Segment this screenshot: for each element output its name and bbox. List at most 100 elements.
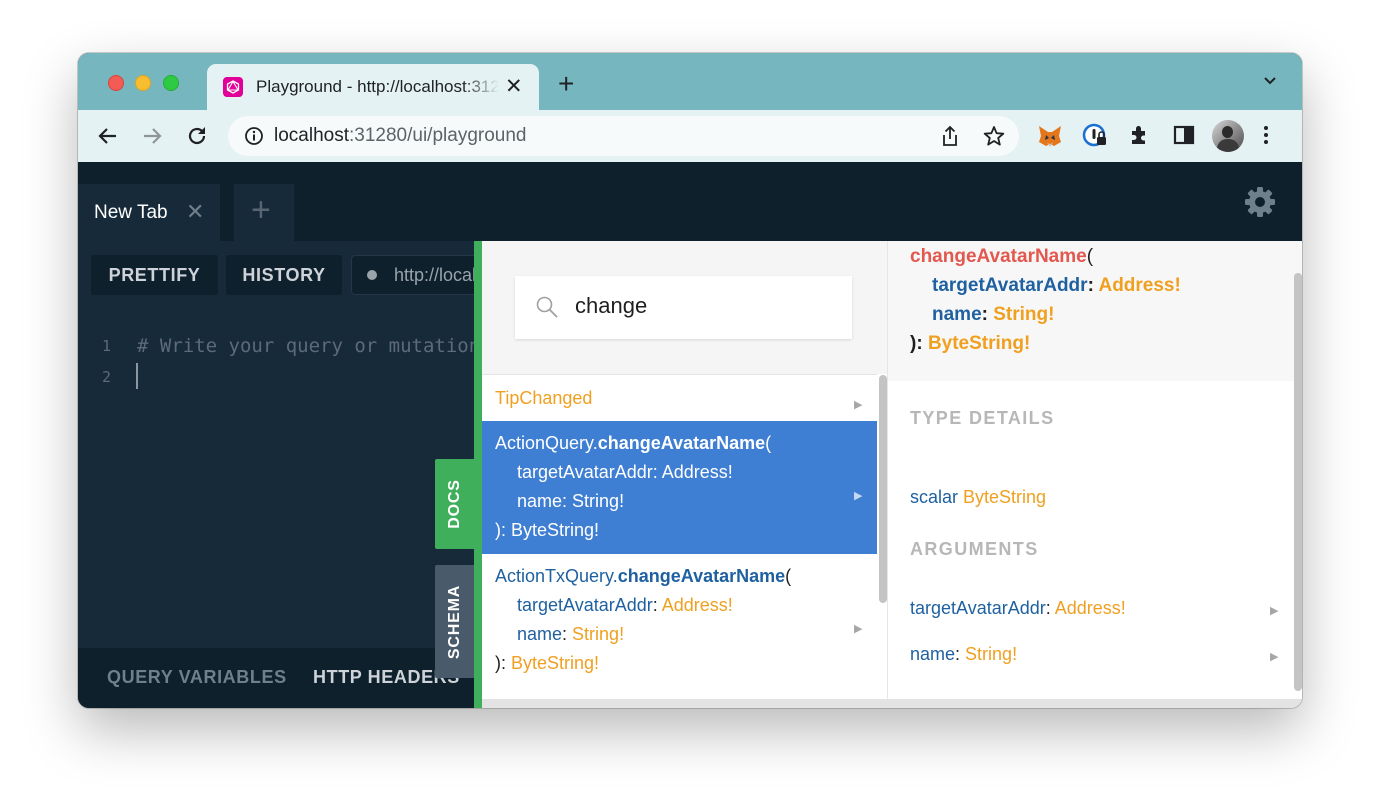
playground-tab-close-button[interactable]: ✕	[186, 199, 204, 225]
profile-avatar-icon[interactable]	[1212, 120, 1244, 152]
query-variables-tab[interactable]: QUERY VARIABLES	[107, 667, 287, 688]
result-colon: :	[652, 595, 662, 615]
result-colon: :	[562, 491, 573, 511]
url-text: localhost:31280/ui/playground	[274, 125, 526, 147]
result-arg-type: Address!	[661, 595, 733, 615]
url-path: :31280/ui/playground	[349, 125, 527, 146]
minimize-window-button[interactable]	[135, 75, 151, 91]
result-item-actiontxquery-changeavatarname[interactable]: ActionTxQuery.changeAvatarName( targetAv…	[482, 554, 877, 700]
query-editor-pane: PRETTIFY HISTORY http://localhost:31280/…	[78, 241, 537, 708]
docs-tab-label: DOCS	[445, 479, 463, 529]
password-extension-icon[interactable]	[1082, 123, 1108, 149]
argument-name: targetAvatarAddr	[910, 598, 1046, 618]
result-close-paren: ):	[495, 520, 511, 540]
result-arg-name: targetAvatarAddr	[517, 462, 653, 482]
playground-new-tab-button[interactable]: +	[234, 184, 294, 241]
detail-arg-name: name	[932, 304, 982, 325]
search-results-list: TipChanged ▶ ActionQuery.changeAvatarNam…	[482, 374, 877, 700]
schema-tab-label: SCHEMA	[445, 584, 463, 659]
more-vertical-icon[interactable]	[1262, 123, 1270, 147]
line-number: 1	[102, 337, 112, 355]
back-arrow-icon[interactable]	[96, 124, 120, 148]
history-button[interactable]: HISTORY	[226, 255, 342, 295]
result-arg-type: String!	[572, 624, 625, 644]
line-number: 2	[102, 368, 112, 386]
result-field: changeAvatarName	[617, 566, 786, 586]
editor-toolbar: PRETTIFY HISTORY http://localhost:31280/…	[78, 241, 491, 311]
docs-search-input[interactable]: change	[515, 276, 852, 339]
address-bar[interactable]: localhost:31280/ui/playground	[228, 116, 1019, 156]
field-signature: changeAvatarName( targetAvatarAddr: Addr…	[888, 241, 1302, 381]
chevron-right-icon: ▶	[854, 623, 863, 635]
result-return-type: ByteString!	[511, 520, 600, 540]
side-panel-icon[interactable]	[1172, 123, 1196, 147]
detail-colon: :	[981, 304, 994, 325]
star-icon[interactable]	[983, 125, 1005, 147]
argument-row-name[interactable]: name: String!	[910, 644, 1017, 665]
result-item-actionquery-changeavatarname[interactable]: ActionQuery.changeAvatarName( targetAvat…	[482, 421, 877, 554]
endpoint-url-input[interactable]: http://localhost:31280/graphql	[351, 255, 491, 295]
gear-icon[interactable]	[1244, 186, 1276, 218]
chevron-right-icon: ▶	[854, 399, 863, 411]
search-value: change	[575, 293, 648, 318]
puzzle-extensions-icon[interactable]	[1128, 123, 1152, 147]
argument-type: Address!	[1054, 598, 1126, 618]
result-parent: ActionTxQuery	[495, 566, 613, 586]
tab-strip: Playground - http://localhost:31280/ui/p…	[78, 53, 1302, 110]
docs-side-tab[interactable]: DOCS	[435, 459, 474, 549]
metamask-fox-icon[interactable]	[1037, 123, 1063, 149]
result-parent: ActionQuery	[495, 433, 593, 453]
maximize-window-button[interactable]	[163, 75, 179, 91]
detail-close-paren: ):	[910, 333, 928, 354]
result-arg-name: name	[517, 624, 563, 644]
connection-status-dot	[367, 270, 377, 280]
result-close-paren: ):	[495, 653, 511, 673]
detail-field-name: changeAvatarName	[910, 246, 1087, 267]
detail-arg-type: String!	[993, 304, 1055, 325]
browser-tab-playground[interactable]: Playground - http://localhost:31280/ui/p…	[207, 64, 539, 110]
close-window-button[interactable]	[108, 75, 124, 91]
detail-arg-type: Address!	[1098, 275, 1181, 296]
results-scrollbar[interactable]	[879, 375, 887, 603]
variables-bar: QUERY VARIABLES HTTP HEADERS	[78, 648, 480, 708]
search-icon	[536, 296, 558, 318]
argument-name: name	[910, 644, 956, 664]
argument-type: String!	[965, 644, 1018, 664]
new-tab-button[interactable]: +	[558, 70, 574, 98]
detail-scrollbar[interactable]	[1294, 273, 1302, 691]
detail-colon: :	[1087, 275, 1099, 296]
scalar-type-link[interactable]: ByteString	[963, 487, 1046, 507]
detail-return-type: ByteString!	[927, 333, 1031, 354]
prettify-button[interactable]: PRETTIFY	[91, 255, 218, 295]
info-icon[interactable]	[244, 126, 264, 146]
docs-panel: change TipChanged ▶ ActionQuery.changeAv…	[482, 241, 1302, 708]
playground-tab[interactable]: New Tab ✕	[78, 184, 220, 241]
chevron-down-icon[interactable]	[1262, 73, 1278, 89]
result-colon: :	[562, 624, 573, 644]
result-open-paren: (	[785, 566, 792, 586]
tab-close-button[interactable]: ✕	[505, 75, 523, 99]
horizontal-scrollbar[interactable]	[482, 699, 1302, 708]
field-detail-pane: changeAvatarName( targetAvatarAddr: Addr…	[888, 241, 1302, 708]
result-open-paren: (	[765, 433, 772, 453]
browser-window: Playground - http://localhost:31280/ui/p…	[78, 53, 1302, 708]
argument-colon: :	[955, 644, 966, 664]
result-colon: :	[652, 462, 662, 482]
argument-row-targetavataraddr[interactable]: targetAvatarAddr: Address!	[910, 598, 1126, 619]
reload-icon[interactable]	[185, 124, 209, 148]
plus-icon: +	[251, 191, 271, 229]
result-arg-type: String!	[572, 491, 625, 511]
tab-title: Playground - http://localhost:31280/ui/p…	[256, 77, 499, 96]
schema-side-tab[interactable]: SCHEMA	[435, 565, 474, 678]
chevron-right-icon: ▶	[1270, 651, 1279, 663]
graphql-favicon-icon	[223, 77, 243, 97]
playground-tab-label: New Tab	[94, 202, 168, 223]
share-icon[interactable]	[940, 125, 960, 147]
result-return-type: ByteString!	[511, 653, 600, 673]
docs-panel-border[interactable]	[474, 241, 482, 708]
result-type-name: TipChanged	[495, 388, 593, 408]
detail-arg-name: targetAvatarAddr	[932, 275, 1088, 296]
result-item-tipchanged[interactable]: TipChanged ▶	[482, 375, 877, 421]
text-cursor	[136, 363, 138, 389]
forward-arrow-icon[interactable]	[140, 124, 164, 148]
